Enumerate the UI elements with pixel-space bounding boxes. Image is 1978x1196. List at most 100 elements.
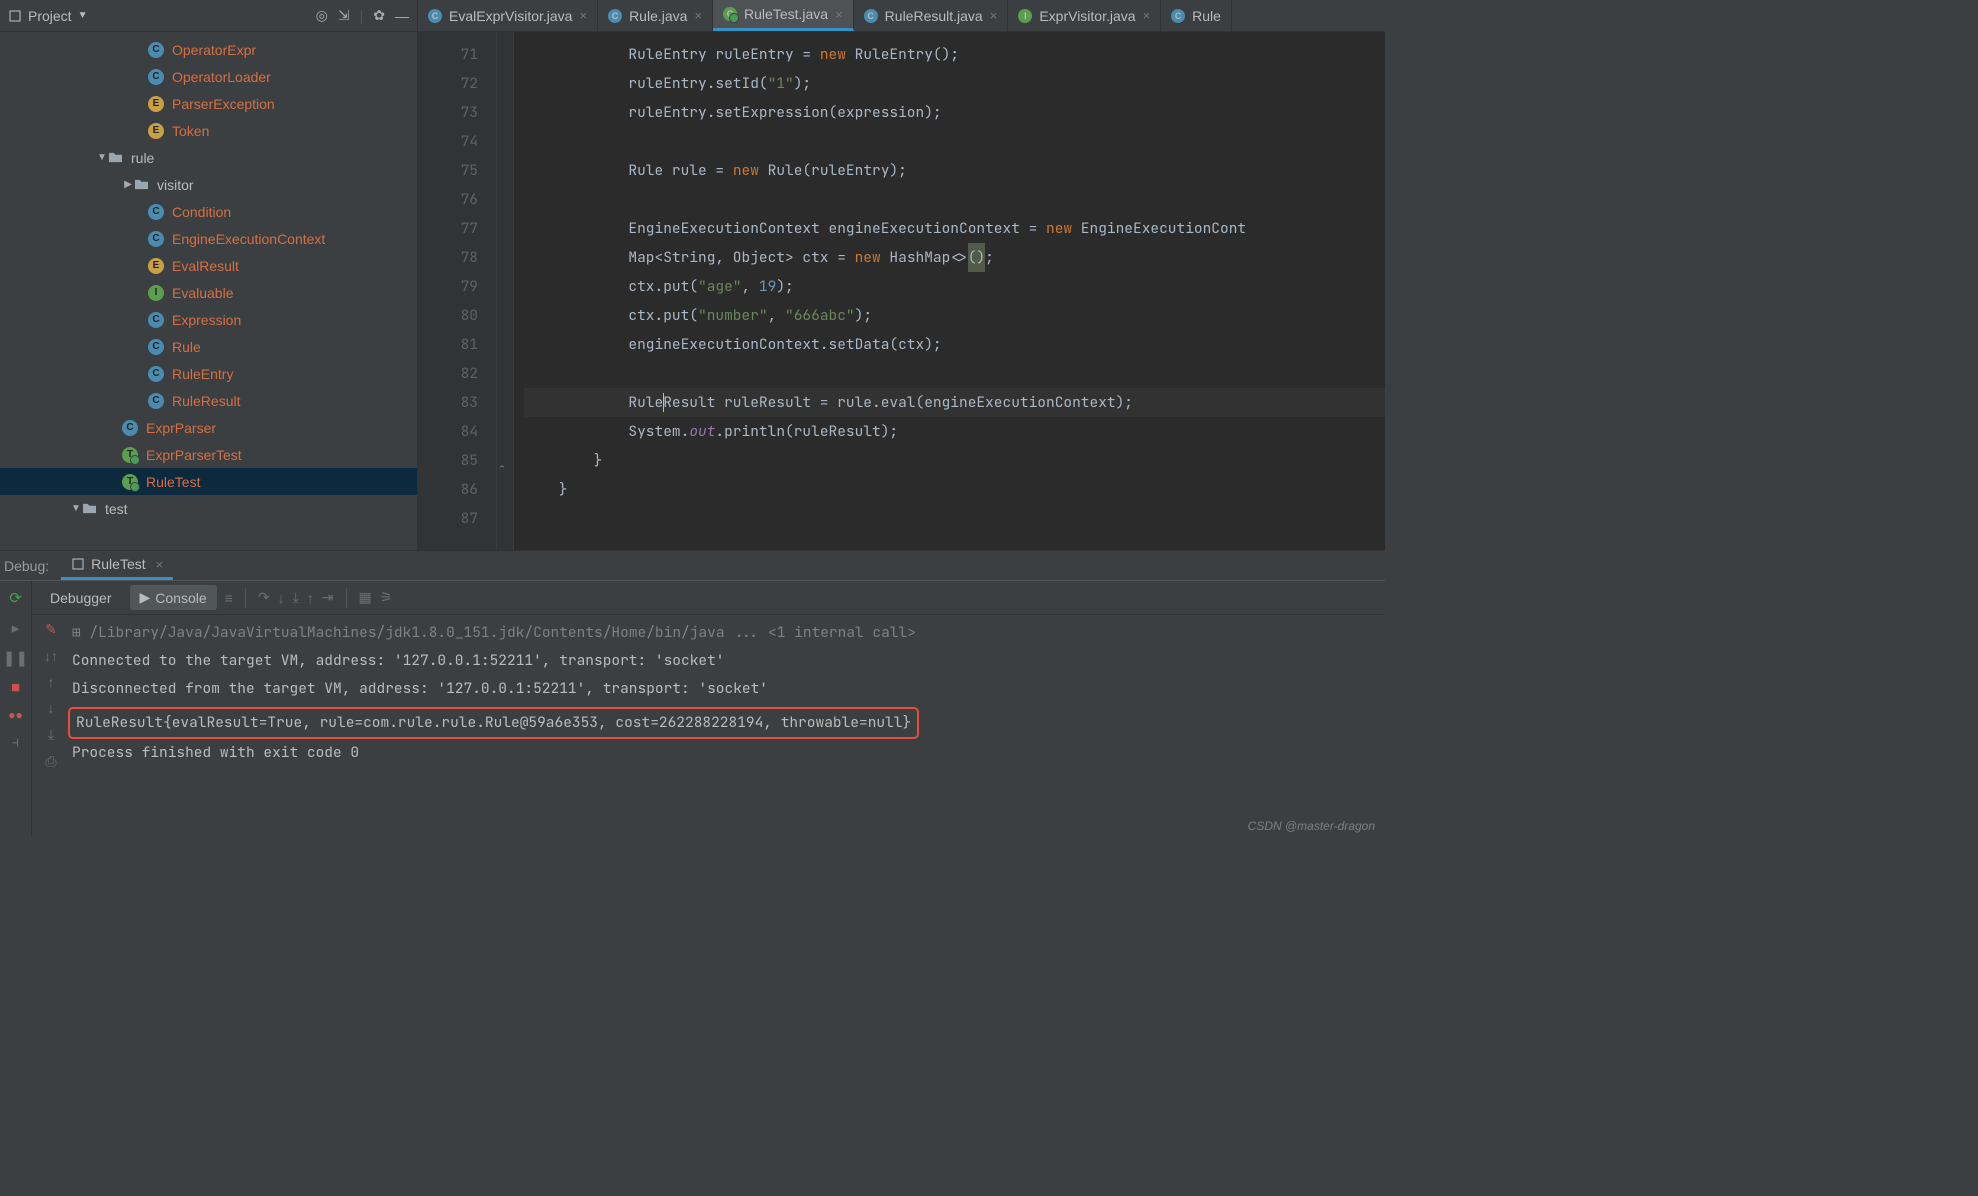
tab-rule[interactable]: CRule [1161,0,1232,31]
tab-evalexprvisitor-java[interactable]: CEvalExprVisitor.java× [418,0,598,31]
step-over-icon[interactable]: ↷ [258,589,270,606]
debug-label: Debug: [4,558,49,574]
force-step-into-icon[interactable]: ⤓ [293,589,299,606]
tree-item-exprparsertest[interactable]: TExprParserTest [0,441,417,468]
code-line[interactable]: System.out.println(ruleResult); [524,417,1385,446]
code-line[interactable] [524,185,1385,214]
tree-item-label: RuleResult [172,393,240,409]
tree-item-parserexception[interactable]: EParserException [0,90,417,117]
folder-icon [82,502,97,515]
tab-debugger[interactable]: Debugger [40,586,122,610]
close-icon[interactable]: × [156,557,164,572]
code-line[interactable]: ruleEntry.setExpression(expression); [524,98,1385,127]
project-dropdown[interactable]: Project ▼ [8,8,87,24]
close-icon[interactable]: × [579,8,587,23]
tree-item-evalresult[interactable]: EEvalResult [0,252,417,279]
breakpoints-icon[interactable]: ●● [8,708,23,722]
code-line[interactable]: engineExecutionContext.setData(ctx); [524,330,1385,359]
resume-icon[interactable]: ▸ [12,619,20,637]
tree-item-engineexecutioncontext[interactable]: CEngineExecutionContext [0,225,417,252]
tree-item-label: OperatorExpr [172,42,256,58]
tree-item-operatorloader[interactable]: COperatorLoader [0,63,417,90]
code-line[interactable]: ruleEntry.setId("1"); [524,69,1385,98]
tree-item-rule[interactable]: CRule [0,333,417,360]
close-icon[interactable]: × [694,8,702,23]
gear-icon[interactable]: ✿ [373,7,385,24]
settings-icon[interactable]: ⚞ [380,589,393,606]
tab-console[interactable]: ▶ Console [130,585,217,610]
code-line[interactable]: EngineExecutionContext engineExecutionCo… [524,214,1385,243]
tree-item-test[interactable]: ▼ test [0,495,417,522]
tab-rule-java[interactable]: CRule.java× [598,0,713,31]
collapse-icon[interactable]: ⇲ [338,7,350,24]
expand-icon[interactable]: ▼ [70,503,82,514]
stop-icon[interactable]: ■ [11,679,20,696]
debug-config-tab[interactable]: RuleTest × [61,551,173,580]
file-type-icon: C [148,366,164,382]
layout-icon[interactable]: ⫞ [12,734,20,751]
tab-ruletest-java[interactable]: CRuleTest.java× [713,0,854,31]
tab-exprvisitor-java[interactable]: IExprVisitor.java× [1008,0,1161,31]
step-out-icon[interactable]: ↑ [307,590,314,606]
pause-icon[interactable]: ❚❚ [3,649,28,667]
tree-item-label: EngineExecutionContext [172,231,325,247]
code-line[interactable]: ctx.put("age", 19); [524,272,1385,301]
code-line[interactable]: Map<String, Object> ctx = new HashMap<>(… [524,243,1385,272]
console-line: Connected to the target VM, address: '12… [70,647,1385,675]
tab-label: ExprVisitor.java [1039,8,1135,24]
tree-item-visitor[interactable]: ▶ visitor [0,171,417,198]
tree-item-evaluable[interactable]: IEvaluable [0,279,417,306]
tree-item-exprparser[interactable]: CExprParser [0,414,417,441]
step-into-icon[interactable]: ↓ [278,590,285,606]
expand-icon[interactable]: ▼ [96,152,108,163]
code-line[interactable]: RuleResult ruleResult = rule.eval(engine… [524,388,1385,417]
tab-ruleresult-java[interactable]: CRuleResult.java× [854,0,1009,31]
minimize-icon[interactable]: — [395,8,409,24]
file-type-icon: T [122,447,138,463]
tree-item-label: RuleTest [146,474,200,490]
watermark: CSDN @master-dragon [1248,819,1375,833]
edit-icon[interactable]: ✎ [45,621,57,638]
expand-icon[interactable]: ▶ [122,179,134,190]
tree-item-ruletest[interactable]: TRuleTest [0,468,417,495]
scroll-end-icon[interactable]: ⤓ [48,726,54,743]
close-icon[interactable]: × [990,8,998,23]
tree-item-label: ExprParser [146,420,216,436]
threads-icon[interactable]: ≡ [225,590,233,606]
code-line[interactable]: Rule rule = new Rule(ruleEntry); [524,156,1385,185]
code-line[interactable]: } [524,475,1385,504]
file-type-icon: C [864,9,878,23]
code-area[interactable]: RuleEntry ruleEntry = new RuleEntry(); r… [514,32,1385,550]
console-output[interactable]: ⊞ /Library/Java/JavaVirtualMachines/jdk1… [70,615,1385,837]
console-line: Process finished with exit code 0 [70,739,1385,767]
tree-item-ruleresult[interactable]: CRuleResult [0,387,417,414]
code-line[interactable] [524,127,1385,156]
up-icon[interactable]: ↑ [48,674,55,690]
evaluate-icon[interactable]: ▦ [359,589,372,606]
tree-item-ruleentry[interactable]: C RuleEntry [0,360,417,387]
code-line[interactable]: } [524,446,1385,475]
project-tree[interactable]: COperatorExprCOperatorLoaderEParserExcep… [0,32,417,550]
tree-item-condition[interactable]: CCondition [0,198,417,225]
tree-item-label: Evaluable [172,285,234,301]
tree-item-token[interactable]: EToken [0,117,417,144]
code-line[interactable] [524,504,1385,533]
tree-item-rule[interactable]: ▼ rule [0,144,417,171]
run-to-cursor-icon[interactable]: ⇥ [322,589,334,606]
locate-icon[interactable]: ◎ [316,7,328,24]
soft-wrap-icon[interactable]: ↓↑ [44,648,58,664]
code-line[interactable] [524,359,1385,388]
tree-item-operatorexpr[interactable]: COperatorExpr [0,36,417,63]
rerun-icon[interactable]: ⟳ [9,589,22,607]
code-line[interactable]: RuleEntry ruleEntry = new RuleEntry(); [524,40,1385,69]
close-icon[interactable]: × [1143,8,1151,23]
tree-item-expression[interactable]: CExpression [0,306,417,333]
code-line[interactable]: ctx.put("number", "666abc"); [524,301,1385,330]
fold-gutter: ⌃ [496,32,514,550]
print-icon[interactable]: ⎙ [45,753,56,770]
editor-tabs[interactable]: CEvalExprVisitor.java×CRule.java×CRuleTe… [418,0,1385,32]
down-icon[interactable]: ↓ [48,700,55,716]
close-icon[interactable]: × [835,7,843,22]
tree-item-label: RuleEntry [172,366,233,382]
fold-icon[interactable]: ⌃ [499,453,505,482]
